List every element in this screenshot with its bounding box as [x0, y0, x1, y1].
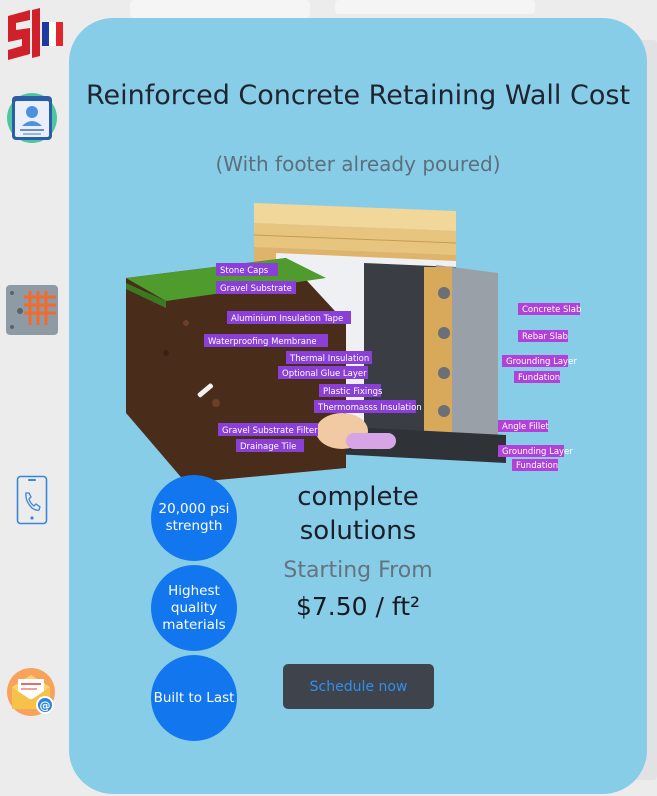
phone-icon[interactable] [16, 475, 48, 525]
background-shape [130, 0, 310, 18]
callout-label: Plastic Fixings [323, 387, 383, 397]
badge-text: Highest quality materials [162, 582, 226, 633]
grid-panel-icon[interactable] [6, 285, 58, 335]
durability-badge: Built to Last [151, 655, 237, 741]
logo-icon[interactable] [4, 4, 64, 62]
callout-labels-right: Concrete Slab Rebar Slab Grounding Layer… [498, 303, 581, 471]
callout-label: Thermal Insulation [289, 354, 369, 364]
page-title: Reinforced Concrete Retaining Wall Cost [85, 80, 631, 111]
solutions-heading: complete solutions [297, 482, 419, 546]
background-shape [335, 0, 535, 14]
page: @ Reinforced Concrete Retaining Wall Cos… [0, 0, 657, 796]
callout-label: Grounding Layer [506, 357, 577, 367]
callout-label: Aluminium Insulation Tape [231, 314, 343, 324]
callout-label: Drainage Tile [240, 442, 296, 452]
callout-label: Fundation [516, 461, 558, 471]
badge-text: 20,000 psi strength [158, 501, 230, 534]
callout-label: Grounding Layer [502, 447, 573, 457]
quality-badge: Highest quality materials [151, 565, 237, 651]
svg-text:@: @ [40, 699, 51, 712]
profile-card-icon[interactable] [6, 92, 58, 144]
callout-label: Fundation [518, 373, 560, 383]
callout-label: Gravel Substrate Filter [222, 426, 318, 436]
strength-badge: 20,000 psi strength [151, 475, 237, 561]
callout-label: Stone Caps [220, 266, 269, 276]
callout-label: Thermomasss Insulation [317, 403, 422, 413]
callout-label: Optional Glue Layer [282, 369, 367, 379]
starting-from-label: Starting From [283, 558, 433, 583]
callout-label: Angle Fillet [502, 422, 549, 432]
callout-label: Gravel Substrate [220, 284, 292, 294]
pricing-card: Reinforced Concrete Retaining Wall Cost … [69, 18, 647, 794]
callout-label: Concrete Slab [522, 305, 581, 315]
retaining-wall-illustration: Stone Caps Gravel Substrate Aluminium In… [126, 203, 581, 483]
callout-label: Waterproofing Membrane [208, 337, 317, 347]
price-text: $7.50 / ft² [295, 592, 421, 621]
mail-icon[interactable]: @ [6, 667, 58, 717]
schedule-now-button[interactable]: Schedule now [283, 664, 434, 709]
page-subtitle: (With footer already poured) [215, 152, 501, 176]
badge-text: Built to Last [153, 689, 235, 706]
callout-label: Rebar Slab [522, 332, 568, 342]
